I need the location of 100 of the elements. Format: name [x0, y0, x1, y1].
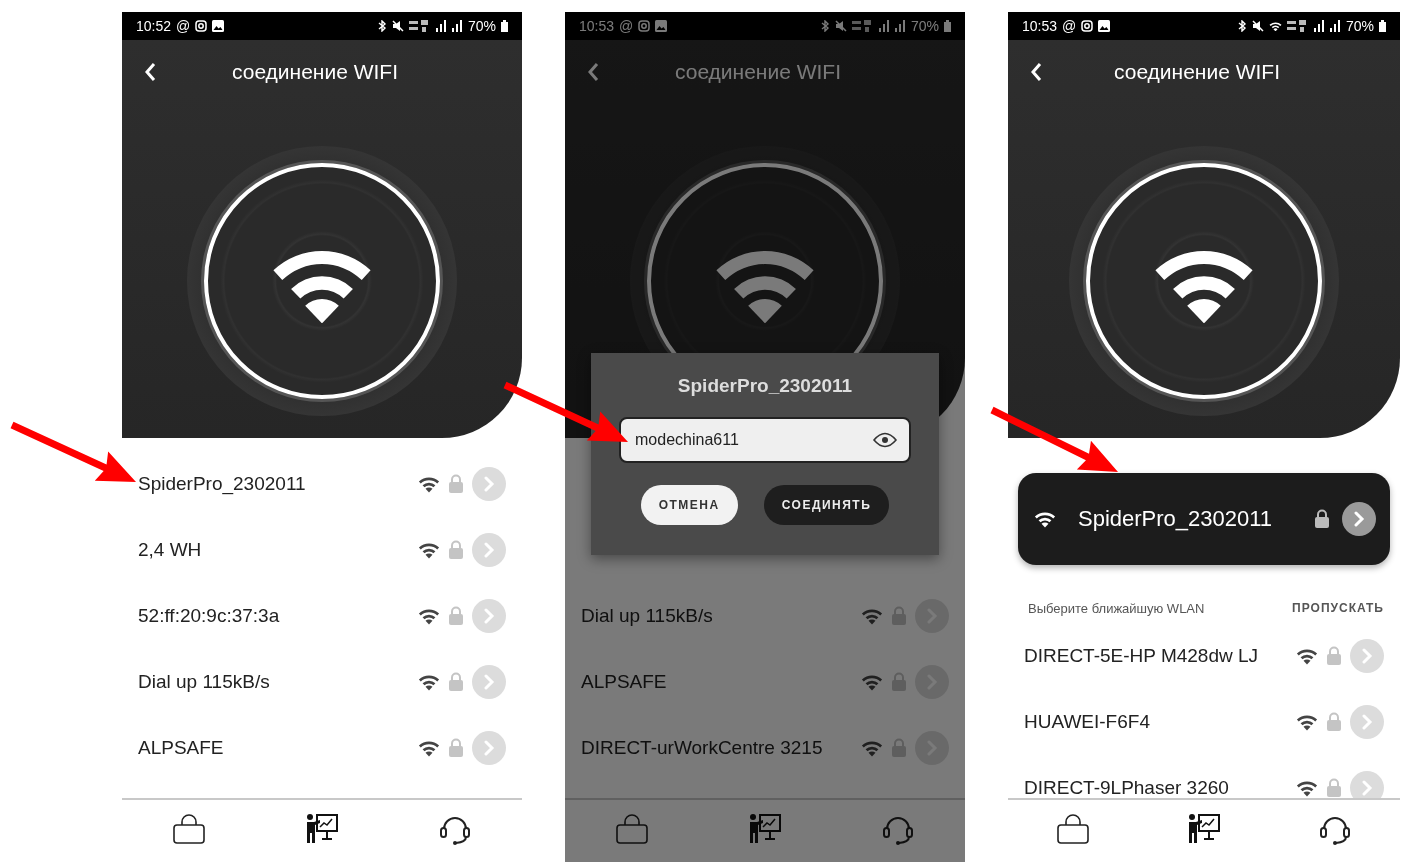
dialog-title: SpiderPro_2302011: [677, 375, 853, 397]
network-row[interactable]: 52:ff:20:9c:37:3a: [122, 583, 522, 649]
network-name: 2,4 WH: [138, 539, 203, 561]
wifi-icon: [1296, 779, 1318, 797]
chevron-right-icon: [1361, 714, 1373, 730]
bluetooth-icon: [1236, 20, 1247, 32]
network-row[interactable]: DIRECT-5E-HP M428dw LJ: [1008, 623, 1400, 689]
bag-icon[interactable]: [171, 813, 206, 845]
network-row[interactable]: ALPSAFE: [565, 649, 965, 715]
bluetooth-icon: [376, 20, 387, 32]
lock-icon: [448, 540, 464, 560]
network-name: DIRECT-9LPhaser 3260: [1024, 777, 1230, 798]
mute-icon: [834, 20, 847, 32]
at-sign: @: [176, 18, 191, 34]
image-icon: [655, 20, 668, 32]
chevron-right-icon: [483, 740, 495, 756]
network-name: SpiderPro_2302011: [1078, 506, 1274, 532]
selected-network-card[interactable]: SpiderPro_2302011: [1018, 473, 1390, 565]
cancel-button[interactable]: ОТМЕНА: [640, 485, 738, 525]
wifi-icon: [418, 607, 440, 625]
network-row[interactable]: SpiderPro_2302011: [122, 451, 522, 517]
list-heading: Выберите ближайшую WLAN: [1028, 600, 1205, 616]
battery-icon: [501, 20, 508, 32]
presenter-chart-icon[interactable]: [1187, 813, 1221, 845]
network-type-icon: [851, 20, 874, 32]
network-name: HUAWEI-F6F4: [1024, 711, 1151, 733]
mute-icon: [391, 20, 404, 32]
lock-icon: [891, 738, 907, 758]
network-row[interactable]: Dial up 115kB/s: [565, 583, 965, 649]
wifi-icon: [1296, 713, 1318, 731]
chevron-right-icon: [483, 608, 495, 624]
signal-icon: [451, 20, 463, 32]
lock-icon: [1326, 712, 1342, 732]
chevron-right-icon: [483, 674, 495, 690]
battery-percent: 70%: [467, 18, 496, 34]
network-name: 52:ff:20:9c:37:3a: [138, 605, 281, 627]
signal-icon: [435, 20, 447, 32]
image-icon: [212, 20, 225, 32]
network-name: ALPSAFE: [581, 671, 668, 693]
instagram-icon: [195, 20, 208, 32]
connect-button[interactable]: СОЕДИНЯТЬ: [763, 485, 890, 525]
signal-icon: [894, 20, 906, 32]
lock-icon: [891, 672, 907, 692]
password-field[interactable]: modechina611: [619, 417, 911, 463]
screen-title: соединение WIFI: [673, 60, 843, 84]
wifi-status-icon: [1268, 20, 1282, 32]
next-button[interactable]: [1342, 502, 1376, 536]
skip-link[interactable]: ПРОПУСКАТЬ: [1292, 601, 1384, 615]
network-name: Dial up 115kB/s: [138, 671, 271, 693]
lock-icon: [1326, 646, 1342, 666]
battery-percent: 70%: [1345, 18, 1374, 34]
signal-icon: [1329, 20, 1341, 32]
network-row[interactable]: DIRECT-urWorkCentre 3215: [565, 715, 965, 781]
screen-title: соединение WIFI: [1112, 60, 1282, 84]
chevron-right-icon: [1361, 780, 1373, 796]
network-name: DIRECT-urWorkCentre 3215: [581, 737, 824, 759]
wifi-icon: [418, 475, 440, 493]
back-button[interactable]: [142, 60, 158, 84]
lock-icon: [1314, 509, 1330, 529]
bag-icon[interactable]: [1056, 813, 1091, 845]
network-name: Dial up 115kB/s: [581, 605, 714, 627]
network-type-icon: [408, 20, 431, 32]
signal-icon: [1313, 20, 1325, 32]
status-time: 10:53: [579, 18, 615, 34]
wifi-icon: [861, 739, 883, 757]
chevron-right-icon: [483, 476, 495, 492]
network-row[interactable]: 2,4 WH: [122, 517, 522, 583]
network-name: DIRECT-5E-HP M428dw LJ: [1024, 645, 1260, 667]
back-button[interactable]: [1028, 60, 1044, 84]
mute-icon: [1251, 20, 1264, 32]
chevron-right-icon: [1353, 511, 1365, 527]
at-sign: @: [619, 18, 634, 34]
wifi-icon: [1034, 510, 1056, 528]
network-type-icon: [1286, 20, 1309, 32]
image-icon: [1098, 20, 1111, 32]
wifi-icon: [861, 607, 883, 625]
wifi-icon: [418, 673, 440, 691]
network-name: ALPSAFE: [138, 737, 225, 759]
chevron-right-icon: [483, 542, 495, 558]
instagram-icon: [1081, 20, 1094, 32]
wifi-icon: [418, 739, 440, 757]
at-sign: @: [1062, 18, 1077, 34]
battery-icon: [1379, 20, 1386, 32]
eye-icon[interactable]: [873, 432, 897, 448]
presenter-chart-icon[interactable]: [305, 813, 339, 845]
network-row[interactable]: HUAWEI-F6F4: [1008, 689, 1400, 755]
lock-icon: [448, 672, 464, 692]
screen-title: соединение WIFI: [230, 60, 400, 84]
battery-percent: 70%: [910, 18, 939, 34]
lock-icon: [891, 606, 907, 626]
battery-icon: [944, 20, 951, 32]
network-row[interactable]: Dial up 115kB/s: [122, 649, 522, 715]
status-time: 10:53: [1022, 18, 1058, 34]
lock-icon: [448, 606, 464, 626]
lock-icon: [448, 738, 464, 758]
chevron-right-icon: [1361, 648, 1373, 664]
status-time: 10:52: [136, 18, 172, 34]
wifi-icon: [861, 673, 883, 691]
network-row[interactable]: ALPSAFE: [122, 715, 522, 781]
network-name: SpiderPro_2302011: [138, 473, 307, 495]
